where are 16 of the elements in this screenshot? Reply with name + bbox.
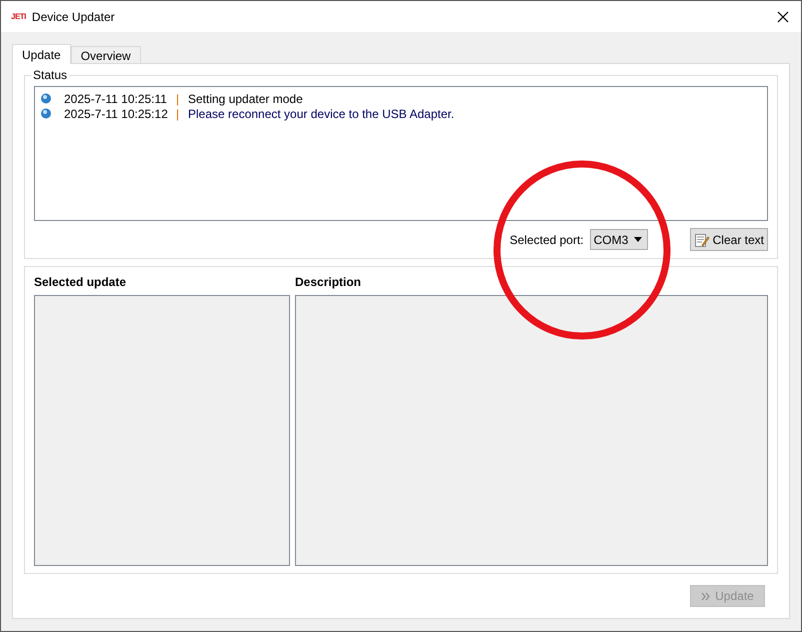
log-time: 2025-7-11 10:25:11 bbox=[64, 92, 168, 106]
tab[interactable]: Overview bbox=[70, 46, 141, 63]
log-separator: | bbox=[176, 106, 180, 120]
app-logo: JETI bbox=[11, 12, 26, 21]
column-heading: Description bbox=[295, 275, 362, 289]
log-message: Please reconnect your device to the USB Adapter. bbox=[188, 106, 454, 120]
port-dropdown[interactable]: COM3 bbox=[590, 229, 648, 250]
log-time: 2025-7-11 10:25:12 bbox=[64, 106, 169, 120]
clear-text-button[interactable]: Clear text bbox=[690, 228, 768, 251]
column-heading: Selected update bbox=[34, 275, 128, 289]
group-title: Status bbox=[32, 68, 68, 82]
log-separator: | bbox=[176, 92, 180, 106]
port-label: Selected port: bbox=[510, 232, 584, 246]
log-message: Setting updater mode bbox=[188, 92, 303, 106]
window-title: Device Updater bbox=[32, 10, 116, 24]
tab[interactable]: Update bbox=[12, 44, 71, 64]
